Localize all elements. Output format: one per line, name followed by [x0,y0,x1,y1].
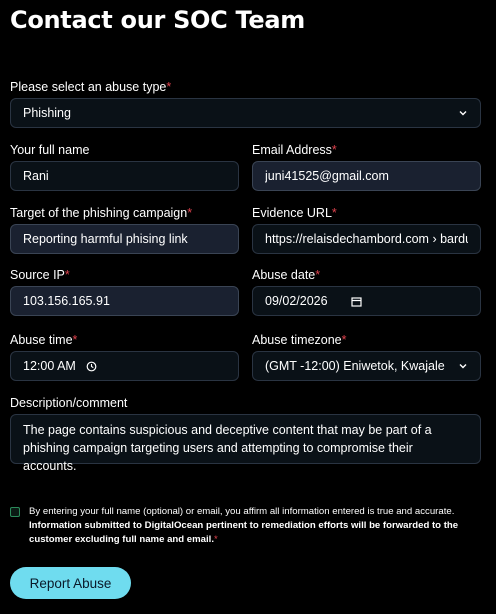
evidence-url-value: https://relaisdechambord.com › bardur [265,232,468,246]
abuse-timezone-value: (GMT -12:00) Eniwetok, Kwajale [265,359,445,373]
source-ip-label: Source IP* [10,268,70,282]
required-marker: * [341,333,347,347]
consent-text-bold: Information submitted to DigitalOcean pe… [29,520,459,545]
abuse-date-label: Abuse date* [252,268,320,282]
target-value: Reporting harmful phising link [23,232,188,246]
abuse-time-value: 12:00 AM [23,359,76,373]
required-marker: * [331,206,337,220]
email-label-text: Email Address [252,143,332,157]
evidence-url-label-text: Evidence URL [252,206,332,220]
description-label: Description/comment [10,396,128,410]
abuse-type-select[interactable]: Phishing [10,98,481,128]
evidence-url-label: Evidence URL* [252,206,337,220]
full-name-input[interactable]: Rani [10,161,239,191]
required-marker: * [187,206,193,220]
abuse-timezone-label: Abuse timezone* [252,333,347,347]
email-label: Email Address* [252,143,337,157]
abuse-type-label-text: Please select an abuse type [10,80,167,94]
source-ip-value: 103.156.165.91 [23,294,110,308]
report-abuse-button[interactable]: Report Abuse [10,567,131,599]
target-label: Target of the phishing campaign* [10,206,192,220]
abuse-type-value: Phishing [23,106,71,120]
email-input[interactable]: juni41525@gmail.com [252,161,481,191]
source-ip-label-text: Source IP [10,268,65,282]
soc-contact-form: Contact our SOC Team Please select an ab… [0,0,496,614]
chevron-down-icon [459,364,467,369]
abuse-date-value: 09/02/2026 [265,294,328,308]
abuse-timezone-label-text: Abuse timezone [252,333,342,347]
calendar-icon[interactable] [351,296,362,307]
abuse-time-label-text: Abuse time [10,333,73,347]
clock-icon[interactable] [86,361,97,372]
required-marker: * [315,268,321,282]
abuse-date-label-text: Abuse date [252,268,316,282]
abuse-time-input[interactable]: 12:00 AM [10,351,239,381]
email-value: juni41525@gmail.com [265,169,389,183]
abuse-time-label: Abuse time* [10,333,77,347]
abuse-type-label: Please select an abuse type* [10,80,171,94]
abuse-date-input[interactable]: 09/02/2026 [252,286,481,316]
required-marker: * [72,333,78,347]
full-name-value: Rani [23,169,49,183]
consent-text-normal: By entering your full name (optional) or… [29,506,455,517]
chevron-down-icon [459,111,467,116]
required-marker: * [214,534,218,545]
consent-checkbox[interactable] [10,507,20,517]
evidence-url-input[interactable]: https://relaisdechambord.com › bardur [252,224,481,254]
page-title: Contact our SOC Team [10,6,305,34]
abuse-timezone-select[interactable]: (GMT -12:00) Eniwetok, Kwajale [252,351,481,381]
description-textarea[interactable]: The page contains suspicious and decepti… [10,414,481,473]
required-marker: * [331,143,337,157]
required-marker: * [166,80,172,94]
full-name-label: Your full name [10,143,90,157]
required-marker: * [64,268,70,282]
consent-text: By entering your full name (optional) or… [29,505,484,547]
target-input[interactable]: Reporting harmful phising link [10,224,239,254]
source-ip-input[interactable]: 103.156.165.91 [10,286,239,316]
target-label-text: Target of the phishing campaign [10,206,188,220]
